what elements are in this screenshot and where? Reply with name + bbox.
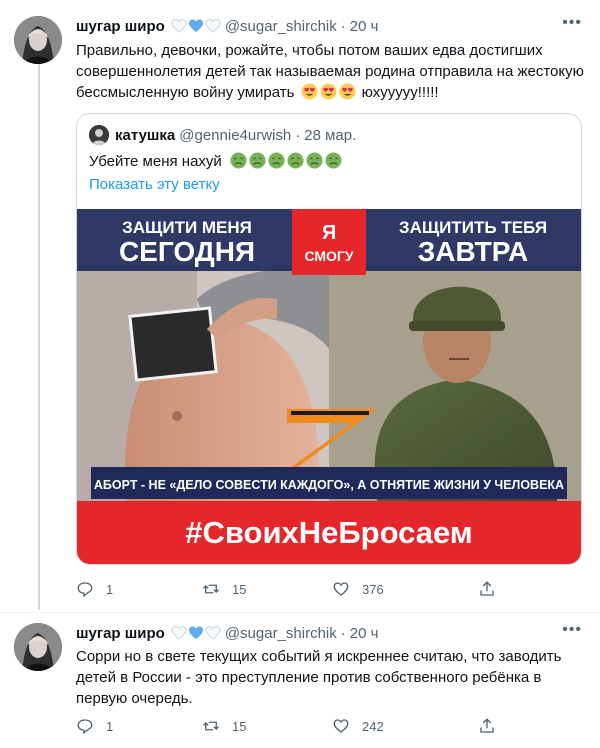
nauseated-face-emoji <box>230 152 247 169</box>
tweet-text-fragment: бессмысленную войну умирать <box>76 84 295 101</box>
reply-count: 1 <box>106 718 114 734</box>
tweet[interactable]: шугар широ @sugar_shirchik · 20 ч ••• Со… <box>0 612 600 748</box>
nauseated-face-emoji <box>287 152 304 169</box>
reply-button[interactable]: 1 <box>76 717 113 735</box>
quoted-tweet[interactable]: катушка @gennie4urwish · 28 мар. Убейте … <box>76 113 582 565</box>
tweet-text-line: Сорри но в свете текущих событий я искре… <box>76 648 562 665</box>
heart-eyes-emoji <box>301 83 318 100</box>
nauseated-face-emoji <box>325 152 342 169</box>
avatar[interactable] <box>14 16 62 64</box>
nauseated-face-emoji <box>249 152 266 169</box>
author-handle[interactable]: @sugar_shirchik <box>225 18 337 35</box>
name-emoji-hearts <box>171 625 221 641</box>
tweet-text-line: Правильно, девочки, рожайте, чтобы потом… <box>76 42 543 59</box>
white-heart-icon <box>171 18 187 33</box>
tweet-header: шугар широ @sugar_shirchik · 20 ч <box>76 16 378 36</box>
quoted-author-handle[interactable]: @gennie4urwish <box>179 127 291 144</box>
quoted-image[interactable]: ЗАЩИТИ МЕНЯ СЕГОДНЯ Я СМОГУ ЗАЩИТИТЬ ТЕБ… <box>77 209 581 564</box>
poster-hashtag-text: #СвоихНеБросаем <box>185 515 473 550</box>
retweet-icon <box>203 721 219 731</box>
white-heart-icon <box>205 625 221 640</box>
heart-eyes-emojis <box>301 83 356 100</box>
tweet-text-line-3: бессмысленную войну умирать юхууууу!!!!! <box>76 82 586 103</box>
share-button[interactable] <box>478 717 496 735</box>
poster-middle-text-2: СМОГУ <box>304 248 353 264</box>
tweet-text-line: детей в России - это преступление против… <box>76 669 542 686</box>
tweet-text-line: первую очередь. <box>76 690 193 707</box>
author-name[interactable]: шугар широ <box>76 625 165 642</box>
share-button[interactable] <box>478 580 496 598</box>
reply-count: 1 <box>106 581 114 597</box>
quoted-tweet-text: Убейте меня нахуй <box>89 151 348 173</box>
share-icon <box>480 718 494 733</box>
poster-top-right-big-text: ЗАВТРА <box>418 236 528 267</box>
heart-eyes-emoji <box>339 83 356 100</box>
like-count: 376 <box>362 581 384 597</box>
separator-dot: · <box>340 17 346 35</box>
retweet-button[interactable]: 15 <box>202 580 246 598</box>
quoted-text-content: Убейте меня нахуй <box>89 153 222 170</box>
tweet[interactable]: шугар широ @sugar_shirchik · 20 ч ••• Пр… <box>0 0 600 612</box>
quoted-tweet-header: катушка @gennie4urwish · 28 мар. <box>89 125 356 145</box>
name-emoji-hearts <box>171 18 221 34</box>
poster-banner-text: АБОРТ - НЕ «ДЕЛО СОВЕСТИ КАЖДОГО», А ОТН… <box>94 478 564 492</box>
tweet-time[interactable]: 20 ч <box>350 18 379 35</box>
like-button[interactable]: 242 <box>332 717 384 735</box>
avatar[interactable] <box>14 623 62 671</box>
reply-button[interactable]: 1 <box>76 580 113 598</box>
tweet-text: Правильно, девочки, рожайте, чтобы потом… <box>76 40 586 103</box>
tweet-time[interactable]: 20 ч <box>350 625 379 642</box>
nauseated-emojis <box>230 152 342 169</box>
heart-eyes-emoji <box>320 83 337 100</box>
author-handle[interactable]: @sugar_shirchik <box>225 625 337 642</box>
like-button[interactable]: 376 <box>332 580 384 598</box>
poster-top-right-text: ЗАЩИТИТЬ ТЕБЯ <box>399 218 547 237</box>
more-icon[interactable]: ••• <box>562 621 582 639</box>
tweet-text-fragment: юхууууу!!!!! <box>361 84 439 101</box>
retweet-icon <box>203 584 219 594</box>
tweet-header: шугар широ @sugar_shirchik · 20 ч <box>76 623 378 643</box>
quoted-author-name[interactable]: катушка <box>115 127 175 144</box>
retweet-count: 15 <box>232 718 247 734</box>
retweet-button[interactable]: 15 <box>202 717 246 735</box>
poster-top-left-big-text: СЕГОДНЯ <box>119 236 255 267</box>
tweet-text-line: совершеннолетия детей так называемая род… <box>76 63 584 80</box>
separator-dot: · <box>295 126 301 144</box>
separator-dot: · <box>340 624 346 642</box>
tweet-text: Сорри но в свете текущих событий я искре… <box>76 646 586 709</box>
reply-icon <box>77 582 93 598</box>
blue-heart-icon <box>188 626 203 639</box>
quoted-avatar[interactable] <box>89 125 109 145</box>
like-icon <box>333 582 349 596</box>
author-name[interactable]: шугар широ <box>76 18 165 35</box>
white-heart-icon <box>171 625 187 640</box>
poster-top-left-text: ЗАЩИТИ МЕНЯ <box>122 218 252 237</box>
share-icon <box>480 581 494 596</box>
nauseated-face-emoji <box>268 152 285 169</box>
nauseated-face-emoji <box>306 152 323 169</box>
poster-middle-text-1: Я <box>322 222 336 244</box>
white-heart-icon <box>205 18 221 33</box>
blue-heart-icon <box>188 19 203 32</box>
quoted-tweet-time[interactable]: 28 мар. <box>304 127 356 144</box>
more-icon[interactable]: ••• <box>562 14 582 32</box>
like-count: 242 <box>362 718 384 734</box>
like-icon <box>333 719 349 733</box>
reply-icon <box>77 719 93 735</box>
retweet-count: 15 <box>232 581 247 597</box>
show-thread-link[interactable]: Показать эту ветку <box>89 176 220 193</box>
